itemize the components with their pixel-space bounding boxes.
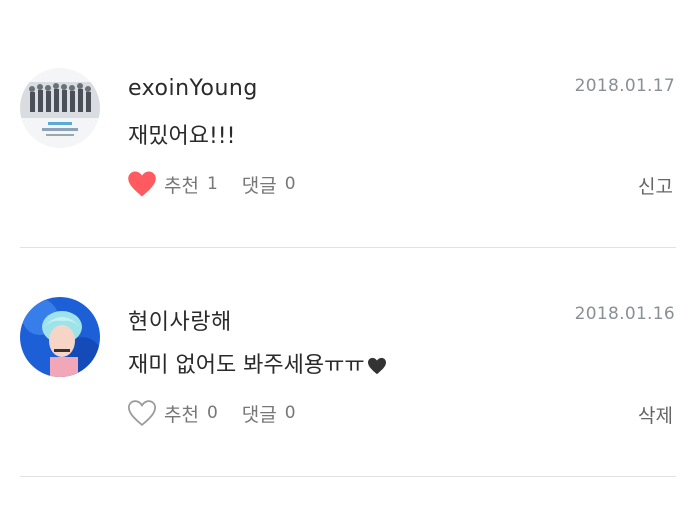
like-button[interactable] xyxy=(126,397,158,429)
reply-count: 0 xyxy=(284,403,296,423)
heart-outline-icon xyxy=(127,400,157,427)
comment-actions: 추천 1 댓글 0 xyxy=(126,167,310,201)
report-button[interactable]: 신고 xyxy=(638,172,673,199)
reply-label: 댓글 xyxy=(241,174,277,197)
username[interactable]: exoinYoung xyxy=(128,76,258,101)
like-label: 추천 xyxy=(164,403,199,426)
group-photo-avatar-icon xyxy=(20,68,100,148)
comment-text: 재미 없어도 봐주세용ㅠㅠ xyxy=(128,347,387,379)
comment-text: 재밌어요!!! xyxy=(128,124,236,149)
reply-button[interactable]: 댓글 0 xyxy=(236,400,310,427)
profile-photo-avatar-icon xyxy=(20,297,100,377)
like-count: 1 xyxy=(206,174,218,194)
heart-filled-icon xyxy=(128,171,156,197)
comment-date: 2018.01.16 xyxy=(574,304,675,324)
divider xyxy=(20,476,676,477)
reply-label: 댓글 xyxy=(241,403,277,426)
comment-text-body: 재미 없어도 봐주세용ㅠㅠ xyxy=(128,353,365,378)
avatar[interactable] xyxy=(20,68,100,148)
like-count: 0 xyxy=(206,403,218,423)
like-button[interactable] xyxy=(126,168,158,200)
divider xyxy=(20,247,676,248)
delete-button[interactable]: 삭제 xyxy=(638,401,673,428)
comment-actions: 추천 0 댓글 0 xyxy=(126,396,310,430)
heart-emoji-icon xyxy=(367,357,386,375)
reply-button[interactable]: 댓글 0 xyxy=(236,171,310,198)
comment-date: 2018.01.17 xyxy=(574,76,675,96)
avatar[interactable] xyxy=(20,297,100,377)
like-label: 추천 xyxy=(164,174,199,197)
username[interactable]: 현이사랑해 xyxy=(128,304,232,336)
reply-count: 0 xyxy=(284,174,296,194)
